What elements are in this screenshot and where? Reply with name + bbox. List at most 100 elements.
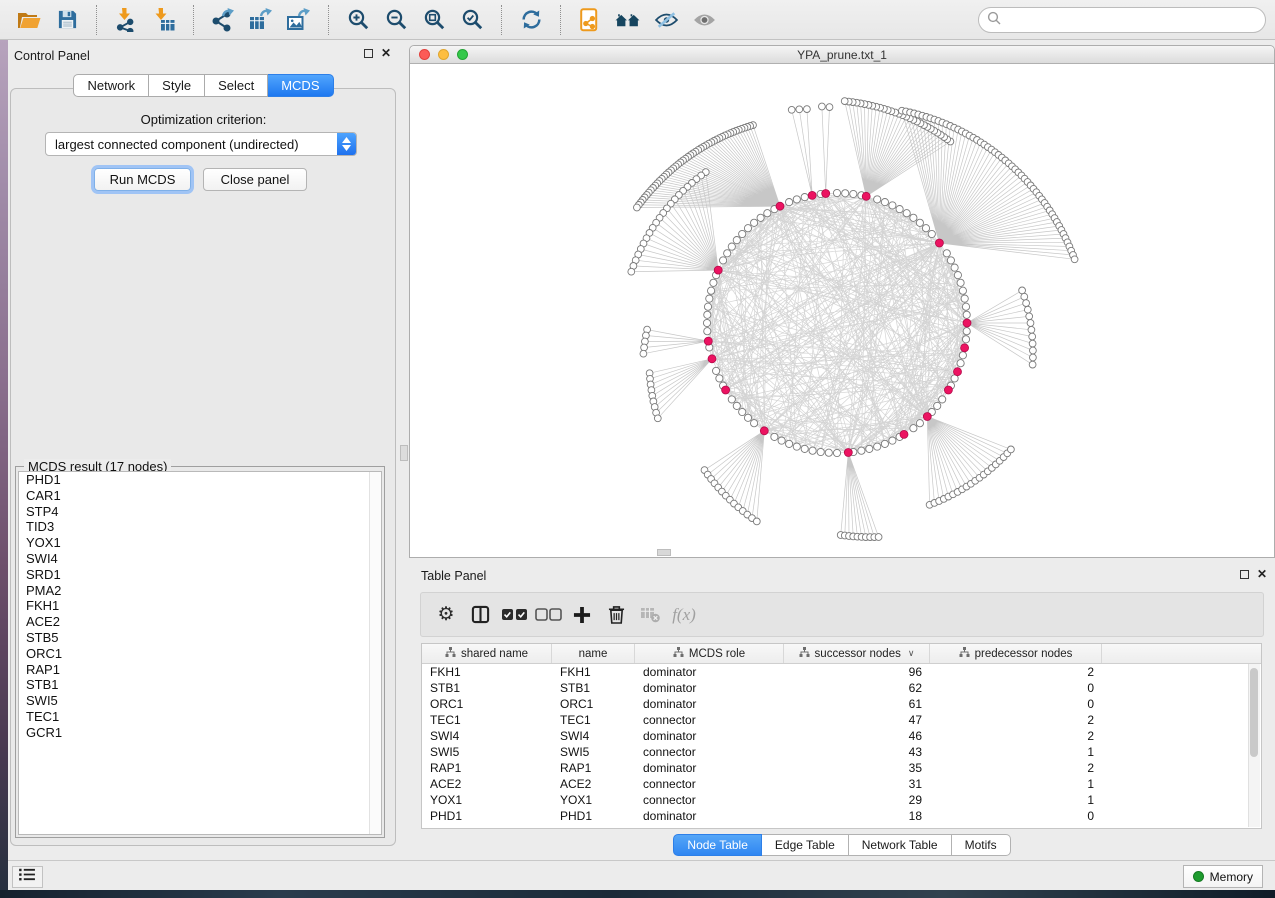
table-scrollbar[interactable] xyxy=(1248,664,1260,827)
control-panel-title: Control Panel xyxy=(14,49,90,63)
refresh-layout-icon[interactable] xyxy=(515,4,547,36)
table-cell: FKH1 xyxy=(422,665,552,679)
mcds-result-item[interactable]: STB5 xyxy=(19,630,381,646)
panel-splitter-vertical[interactable] xyxy=(399,40,409,860)
search-input[interactable] xyxy=(1001,9,1265,31)
attribute-icon xyxy=(445,647,456,660)
mcds-result-item[interactable]: SWI5 xyxy=(19,693,381,709)
tab-network-table[interactable]: Network Table xyxy=(849,834,952,856)
network-window-titlebar[interactable]: YPA_prune.txt_1 xyxy=(410,46,1274,64)
table-cell: dominator xyxy=(635,761,784,775)
mcds-result-item[interactable]: PMA2 xyxy=(19,583,381,599)
close-table-panel-icon[interactable]: ✕ xyxy=(1257,569,1267,580)
window-close-icon[interactable] xyxy=(419,49,430,60)
search-box[interactable] xyxy=(978,7,1266,33)
table-row[interactable]: FKH1FKH1dominator962 xyxy=(422,664,1261,680)
table-row[interactable]: YOX1YOX1connector291 xyxy=(422,792,1261,808)
table-scrollbar-thumb[interactable] xyxy=(1250,668,1258,757)
mcds-result-item[interactable]: PHD1 xyxy=(19,472,381,488)
table-cell: 0 xyxy=(930,681,1102,695)
export-table-icon[interactable] xyxy=(245,4,277,36)
task-history-button[interactable] xyxy=(12,866,43,888)
float-panel-icon[interactable] xyxy=(364,49,373,58)
mcds-result-item[interactable]: ACE2 xyxy=(19,614,381,630)
splitter-handle-horizontal[interactable] xyxy=(657,549,671,556)
column-header-shared-name[interactable]: shared name xyxy=(422,644,552,663)
window-minimize-icon[interactable] xyxy=(438,49,449,60)
table-cell: 2 xyxy=(930,729,1102,743)
home-icon[interactable] xyxy=(612,4,644,36)
open-file-icon[interactable] xyxy=(13,4,45,36)
table-settings-icon[interactable]: ⚙ xyxy=(429,598,463,632)
table-cell: SWI5 xyxy=(552,745,635,759)
tab-mcds[interactable]: MCDS xyxy=(268,74,333,97)
show-graphics-details-icon[interactable] xyxy=(688,4,720,36)
mcds-result-item[interactable]: TEC1 xyxy=(19,709,381,725)
column-header-MCDS-role[interactable]: MCDS role xyxy=(635,644,784,663)
zoom-selected-icon[interactable] xyxy=(456,4,488,36)
tab-motifs[interactable]: Motifs xyxy=(952,834,1011,856)
float-table-panel-icon[interactable] xyxy=(1240,570,1249,579)
table-cell: SWI4 xyxy=(552,729,635,743)
optimization-criterion-dropdown[interactable]: largest connected component (undirected) xyxy=(45,132,357,156)
memory-button[interactable]: Memory xyxy=(1183,865,1263,888)
window-maximize-icon[interactable] xyxy=(457,49,468,60)
run-mcds-button[interactable]: Run MCDS xyxy=(94,168,191,191)
mcds-result-item[interactable]: SRD1 xyxy=(19,567,381,583)
table-row[interactable]: STB1STB1dominator620 xyxy=(422,680,1261,696)
export-image-icon[interactable] xyxy=(283,4,315,36)
tab-edge-table[interactable]: Edge Table xyxy=(762,834,849,856)
import-table-icon[interactable] xyxy=(148,4,180,36)
mcds-result-item[interactable]: RAP1 xyxy=(19,662,381,678)
tab-style[interactable]: Style xyxy=(149,74,205,97)
column-header-predecessor-nodes[interactable]: predecessor nodes xyxy=(930,644,1102,663)
import-network-icon[interactable] xyxy=(110,4,142,36)
close-panel-button[interactable]: Close panel xyxy=(203,168,307,191)
zoom-out-icon[interactable] xyxy=(380,4,412,36)
table-cell: 2 xyxy=(930,713,1102,727)
zoom-fit-icon[interactable] xyxy=(418,4,450,36)
tab-select[interactable]: Select xyxy=(205,74,268,97)
mcds-result-list[interactable]: PHD1CAR1STP4TID3YOX1SWI4SRD1PMA2FKH1ACE2… xyxy=(18,471,382,835)
column-header-name[interactable]: name xyxy=(552,644,635,663)
save-session-icon[interactable] xyxy=(51,4,83,36)
mcds-result-item[interactable]: FKH1 xyxy=(19,598,381,614)
tab-node-table[interactable]: Node Table xyxy=(673,834,762,856)
result-list-scrollbar[interactable] xyxy=(369,472,381,834)
control-panel: Control Panel ✕ NetworkStyleSelectMCDS O… xyxy=(8,40,399,860)
mcds-result-item[interactable]: STB1 xyxy=(19,677,381,693)
delete-row-icon[interactable] xyxy=(599,598,633,632)
mcds-result-item[interactable]: GCR1 xyxy=(19,725,381,741)
mcds-result-item[interactable]: TID3 xyxy=(19,519,381,535)
table-row[interactable]: ACE2ACE2connector311 xyxy=(422,776,1261,792)
show-columns-icon[interactable] xyxy=(463,598,497,632)
splitter-handle-vertical[interactable] xyxy=(400,445,408,461)
network-overview-icon[interactable] xyxy=(574,4,606,36)
table-cell: dominator xyxy=(635,809,784,823)
tab-network[interactable]: Network xyxy=(73,74,149,97)
table-row[interactable]: TEC1TEC1connector472 xyxy=(422,712,1261,728)
table-row[interactable]: SWI4SWI4dominator462 xyxy=(422,728,1261,744)
column-header-successor-nodes[interactable]: successor nodes∨ xyxy=(784,644,930,663)
table-row[interactable]: ORC1ORC1dominator610 xyxy=(422,696,1261,712)
table-row[interactable]: PHD1PHD1dominator180 xyxy=(422,808,1261,824)
status-bar: Memory xyxy=(8,860,1275,890)
mcds-result-item[interactable]: STP4 xyxy=(19,504,381,520)
export-network-icon[interactable] xyxy=(207,4,239,36)
mcds-result-item[interactable]: ORC1 xyxy=(19,646,381,662)
mcds-result-item[interactable]: YOX1 xyxy=(19,535,381,551)
close-panel-icon[interactable]: ✕ xyxy=(381,48,391,59)
table-cell: connector xyxy=(635,777,784,791)
select-all-icon[interactable] xyxy=(497,598,531,632)
add-row-icon[interactable] xyxy=(565,598,599,632)
network-graph[interactable] xyxy=(410,63,1274,557)
clear-selection-icon[interactable] xyxy=(531,598,565,632)
mcds-result-item[interactable]: SWI4 xyxy=(19,551,381,567)
zoom-in-icon[interactable] xyxy=(342,4,374,36)
network-view-window: YPA_prune.txt_1 xyxy=(409,45,1275,558)
mcds-result-item[interactable]: CAR1 xyxy=(19,488,381,504)
hide-graphics-details-icon[interactable] xyxy=(650,4,682,36)
table-row[interactable]: RAP1RAP1dominator352 xyxy=(422,760,1261,776)
node-table: shared namenameMCDS rolesuccessor nodes∨… xyxy=(421,643,1262,829)
table-row[interactable]: SWI5SWI5connector431 xyxy=(422,744,1261,760)
